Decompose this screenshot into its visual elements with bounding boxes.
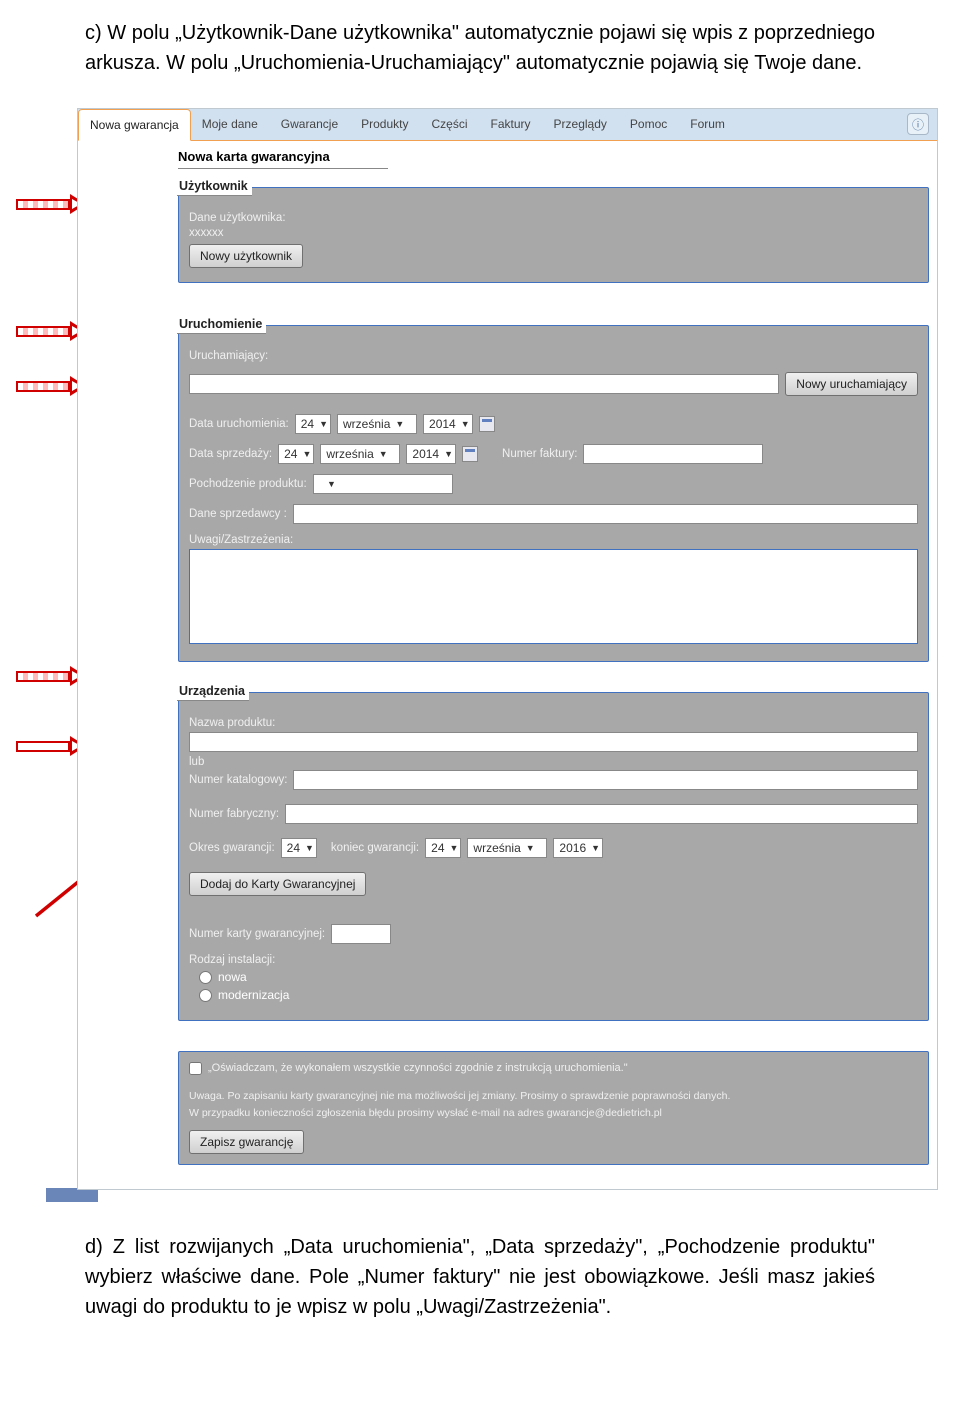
- label-data-uruchomienia: Data uruchomienia:: [189, 418, 289, 430]
- tab-gwarancje[interactable]: Gwarancje: [270, 109, 350, 140]
- radio-modernizacja-label: modernizacja: [218, 988, 289, 1002]
- declaration-text: „Oświadczam, że wykonałem wszystkie czyn…: [208, 1062, 628, 1074]
- uruchamiajacy-input[interactable]: [189, 374, 779, 394]
- zapisz-gwarancje-button[interactable]: Zapisz gwarancję: [189, 1130, 304, 1154]
- label-dane-uzytkownika: Dane użytkownika:: [189, 212, 918, 224]
- label-okres-gwarancji: Okres gwarancji:: [189, 842, 275, 854]
- nazwa-produktu-input[interactable]: [189, 732, 918, 752]
- panel-heading-urzadzenia: Urządzenia: [177, 683, 249, 701]
- declaration-checkbox[interactable]: [189, 1062, 202, 1075]
- arrow-annotation-5: [16, 736, 86, 756]
- label-dane-sprzedawcy: Dane sprzedawcy :: [189, 508, 287, 520]
- panel-urzadzenia: Urządzenia Nazwa produktu: lub Numer kat…: [178, 692, 929, 1021]
- koniec-month-select[interactable]: września▼: [467, 838, 547, 858]
- tab-pomoc[interactable]: Pomoc: [619, 109, 679, 140]
- lub-label: lub: [189, 756, 918, 768]
- koniec-year-select[interactable]: 2016▼: [553, 838, 603, 858]
- tab-forum[interactable]: Forum: [679, 109, 737, 140]
- outro-paragraph: d) Z list rozwijanych „Data uruchomienia…: [0, 1202, 960, 1342]
- tab-przeglady[interactable]: Przeglądy: [543, 109, 619, 140]
- data-sprz-year-select[interactable]: 2014▼: [406, 444, 456, 464]
- intro-paragraph: c) W polu „Użytkownik-Dane użytkownika" …: [0, 0, 960, 108]
- data-sprz-month-select[interactable]: września▼: [320, 444, 400, 464]
- arrow-annotation-1: [16, 194, 86, 214]
- tab-nowa-gwarancja[interactable]: Nowa gwarancja: [78, 109, 191, 141]
- arrow-annotation-3: [16, 376, 86, 396]
- panel-uruchomienie: Uruchomienie Uruchamiający: Nowy urucham…: [178, 325, 929, 662]
- numer-fabryczny-input[interactable]: [285, 804, 918, 824]
- numer-karty-input[interactable]: [331, 924, 391, 944]
- nowy-uruchamiajacy-button[interactable]: Nowy uruchamiający: [785, 372, 918, 396]
- page-title: Nowa karta gwarancyjna: [178, 145, 388, 169]
- calendar-icon[interactable]: [479, 416, 495, 432]
- data-uruch-day-select[interactable]: 24▼: [295, 414, 331, 434]
- declaration-note-2: W przypadku konieczności zgłoszenia błęd…: [189, 1106, 918, 1121]
- data-sprz-day-select[interactable]: 24▼: [278, 444, 314, 464]
- label-rodzaj-instalacji: Rodzaj instalacji:: [189, 954, 918, 966]
- panel-uzytkownik: Użytkownik Dane użytkownika: xxxxxx Nowy…: [178, 187, 929, 283]
- radio-nowa-label: nowa: [218, 970, 247, 984]
- label-nazwa-produktu: Nazwa produktu:: [189, 717, 918, 729]
- tab-bar: Nowa gwarancja Moje dane Gwarancje Produ…: [78, 109, 937, 141]
- radio-modernizacja[interactable]: [199, 989, 212, 1002]
- data-uruch-year-select[interactable]: 2014▼: [423, 414, 473, 434]
- uwagi-textarea[interactable]: [189, 549, 918, 644]
- declaration-note-1: Uwaga. Po zapisaniu karty gwarancyjnej n…: [189, 1089, 918, 1104]
- label-uruchamiajacy: Uruchamiający:: [189, 350, 918, 362]
- calendar-icon[interactable]: [462, 446, 478, 462]
- tab-produkty[interactable]: Produkty: [350, 109, 420, 140]
- arrow-annotation-4: [16, 666, 86, 686]
- data-uruch-month-select[interactable]: września▼: [337, 414, 417, 434]
- label-uwagi: Uwagi/Zastrzeżenia:: [189, 534, 918, 546]
- koniec-day-select[interactable]: 24▼: [425, 838, 461, 858]
- nowy-uzytkownik-button[interactable]: Nowy użytkownik: [189, 244, 303, 268]
- numer-faktury-input[interactable]: [583, 444, 763, 464]
- label-numer-faktury: Numer faktury:: [502, 448, 577, 460]
- screenshot-container: Nowa gwarancja Moje dane Gwarancje Produ…: [0, 108, 960, 1202]
- numer-katalogowy-input[interactable]: [293, 770, 918, 790]
- label-koniec-gwarancji: koniec gwarancji:: [331, 842, 419, 854]
- label-numer-katalogowy: Numer katalogowy:: [189, 774, 287, 786]
- help-icon[interactable]: ⓘ: [907, 113, 929, 135]
- panel-heading-uzytkownik: Użytkownik: [177, 178, 252, 196]
- panel-declaration: „Oświadczam, że wykonałem wszystkie czyn…: [178, 1051, 929, 1165]
- pochodzenie-select[interactable]: ▼: [313, 474, 453, 494]
- label-numer-fabryczny: Numer fabryczny:: [189, 808, 279, 820]
- decorative-bar: [46, 1188, 98, 1202]
- dodaj-do-karty-button[interactable]: Dodaj do Karty Gwarancyjnej: [189, 872, 366, 896]
- tab-czesci[interactable]: Części: [420, 109, 479, 140]
- dane-sprzedawcy-input[interactable]: [293, 504, 918, 524]
- panel-heading-uruchomienie: Uruchomienie: [177, 316, 266, 334]
- radio-nowa[interactable]: [199, 971, 212, 984]
- tab-faktury[interactable]: Faktury: [480, 109, 543, 140]
- app-window: Nowa gwarancja Moje dane Gwarancje Produ…: [77, 108, 938, 1190]
- label-pochodzenie: Pochodzenie produktu:: [189, 478, 307, 490]
- okres-gwarancji-select[interactable]: 24▼: [281, 838, 317, 858]
- arrow-annotation-2: [16, 321, 86, 341]
- label-numer-karty: Numer karty gwarancyjnej:: [189, 928, 325, 940]
- value-dane-uzytkownika: xxxxxx: [189, 227, 918, 239]
- label-data-sprzedazy: Data sprzedaży:: [189, 448, 272, 460]
- tab-moje-dane[interactable]: Moje dane: [191, 109, 270, 140]
- app-content: Nowa karta gwarancyjna Użytkownik Dane u…: [78, 141, 937, 1189]
